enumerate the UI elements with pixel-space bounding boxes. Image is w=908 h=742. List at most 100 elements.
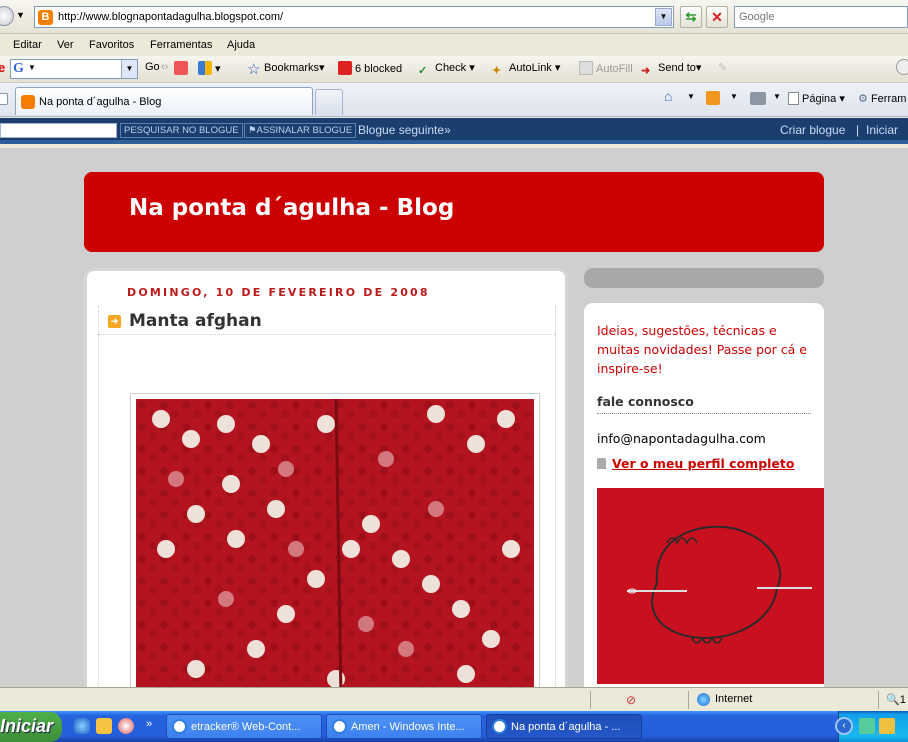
blocked-count: 6 blocked [355,63,403,75]
rss-feed-icon[interactable] [706,91,720,105]
chevron-down-icon[interactable]: ▼ [28,63,36,72]
taskbar-item-etracker[interactable]: etracker® Web-Cont... [166,714,322,739]
profile-link[interactable]: Ver o meu perfil completo [612,456,794,471]
google-logo-icon: G [13,61,24,76]
page-icon [788,92,799,105]
url-text[interactable]: http://www.blognapontadagulha.blogspot.c… [58,11,283,23]
toolbar-edge-icon: e [0,60,6,75]
stop-button[interactable]: ✕ [706,6,728,28]
chevron-down-icon[interactable]: ▼ [16,10,25,20]
folder-quicklaunch-icon[interactable] [96,718,112,734]
gear-icon: ⚙ [858,93,868,105]
sendto-button[interactable]: ➜ Send to▾ [641,61,701,78]
menu-item-ajuda[interactable]: Ajuda [227,39,255,51]
contact-email[interactable]: info@napontadagulha.com [597,431,766,446]
check-label: Check [435,62,467,74]
next-blog-link[interactable]: Blogue seguinte» [358,123,451,137]
crochet-blanket-image[interactable] [136,399,534,687]
arrow-right-icon: ➜ [108,315,121,328]
tray-expand-icon[interactable]: ‹ [835,717,853,735]
tab-title: Na ponta d´agulha - Blog [39,96,162,108]
star-icon: ☆ [247,61,261,78]
needle-wire-logo-image[interactable] [597,488,824,684]
chevron-down-icon[interactable]: ▼ [773,92,781,101]
status-divider [590,691,591,709]
new-tab-button[interactable] [315,89,343,115]
globe-icon [697,693,710,706]
spellcheck-button[interactable]: ✓ Check ▾ [418,61,475,78]
chevron-down-icon[interactable]: ▼ [687,92,695,101]
settings-icon[interactable] [896,59,908,75]
back-arrow-icon[interactable] [0,6,14,26]
address-bar-row: ▼ B http://www.blognapontadagulha.blogsp… [0,0,908,34]
sidebar-top-bar [584,268,824,288]
apps-icon[interactable]: ▾ [198,61,221,75]
post-date: DOMINGO, 10 DE FEVEREIRO DE 2008 [127,286,430,299]
highlighter-icon[interactable]: ✎ [718,61,727,74]
home-icon[interactable]: ⌂ [664,88,672,104]
autofill-label: AutoFill [596,63,633,75]
refresh-button[interactable]: ⇆ [680,6,702,28]
post-image-frame[interactable] [130,393,540,687]
flag-blog-label: ASSINALAR BLOGUE [256,125,353,136]
page-menu-button[interactable]: Página ▾ [788,92,845,105]
sendto-label: Send to▾ [658,62,702,74]
search-input[interactable] [739,11,899,23]
google-search-field[interactable]: G ▼ ▼ [10,59,138,79]
post-title[interactable]: Manta afghan [129,311,262,331]
drag-handle-icon[interactable]: ‹› [161,61,168,73]
menu-item-editar[interactable]: Editar [13,39,42,51]
network-tray-icon[interactable] [859,718,875,734]
google-search-dropdown-icon[interactable]: ▼ [121,60,137,78]
search-box[interactable] [734,6,908,28]
ie-quicklaunch-icon[interactable] [74,718,90,734]
zoom-level[interactable]: 🔍1 [886,693,906,706]
autolink-label: AutoLink [509,62,552,74]
security-zone[interactable]: Internet [715,693,752,705]
flag-blog-button[interactable]: ⚑ASSINALAR BLOGUE [244,123,357,138]
chevron-down-icon[interactable]: ▼ [730,92,738,101]
taskbar-item-blog[interactable]: Na ponta d´agulha - ... [486,714,642,739]
menu-item-ver[interactable]: Ver [57,39,74,51]
address-dropdown-icon[interactable]: ▼ [655,8,672,26]
favorites-center-icon[interactable] [0,93,8,105]
google-go-button[interactable]: Go [145,61,160,73]
volume-tray-icon[interactable] [879,718,895,734]
navbar-search-input[interactable] [0,123,117,138]
popup-blocker-button[interactable]: 6 blocked [338,61,402,75]
menu-bar: Editar Ver Favoritos Ferramentas Ajuda [0,34,908,56]
tools-menu-button[interactable]: ⚙ Ferram [858,92,906,105]
print-icon[interactable] [750,92,766,105]
popup-blocker-icon [338,61,352,75]
google-toolbar: e G ▼ ▼ Go ‹› ▾ ☆ Bookmarks▾ 6 blocked ✓ C… [0,56,908,83]
status-bar: ⊘ Internet 🔍1 [0,687,908,711]
tab-active[interactable]: Na ponta d´agulha - Blog [15,87,313,115]
blogger-navbar: PESQUISAR NO BLOGUE ⚑ASSINALAR BLOGUE Bl… [0,118,908,144]
popup-blocked-icon[interactable]: ⊘ [626,693,636,707]
back-forward-dropdown[interactable]: ▼ [0,6,30,28]
autofill-icon [579,61,593,75]
blog-header: Na ponta d´agulha - Blog [84,172,824,252]
autofill-button[interactable]: AutoFill [579,61,633,75]
search-blog-button[interactable]: PESQUISAR NO BLOGUE [120,123,243,138]
tab-bar: Na ponta d´agulha - Blog ⌂ ▼ ▼ ▼ Página … [0,83,908,117]
contact-heading: fale connosco [597,394,811,414]
menu-item-favoritos[interactable]: Favoritos [89,39,134,51]
wand-icon: ✦ [492,65,502,77]
taskbar-item-amen[interactable]: Amen - Windows Inte... [326,714,482,739]
page-content: Na ponta d´agulha - Blog DOMINGO, 10 DE … [0,148,908,687]
menu-item-ferramentas[interactable]: Ferramentas [150,39,212,51]
blog-title[interactable]: Na ponta d´agulha - Blog [129,195,454,221]
ie-icon [332,719,347,734]
start-button[interactable]: Iniciar [0,712,62,742]
media-quicklaunch-icon[interactable] [118,718,134,734]
sign-in-link[interactable]: Iniciar [866,123,898,137]
bookmarks-button[interactable]: ☆ Bookmarks▾ [247,61,325,77]
address-field[interactable]: B http://www.blognapontadagulha.blogspot… [34,6,674,28]
create-blog-link[interactable]: Criar blogue [780,123,845,137]
autolink-button[interactable]: ✦ AutoLink ▾ [492,61,560,78]
taskbar: Iniciar » etracker® Web-Cont... Amen - W… [0,711,908,742]
news-icon[interactable] [174,61,191,75]
quicklaunch-overflow-icon[interactable]: » [146,718,152,730]
tools-menu-label: Ferram [870,93,907,105]
